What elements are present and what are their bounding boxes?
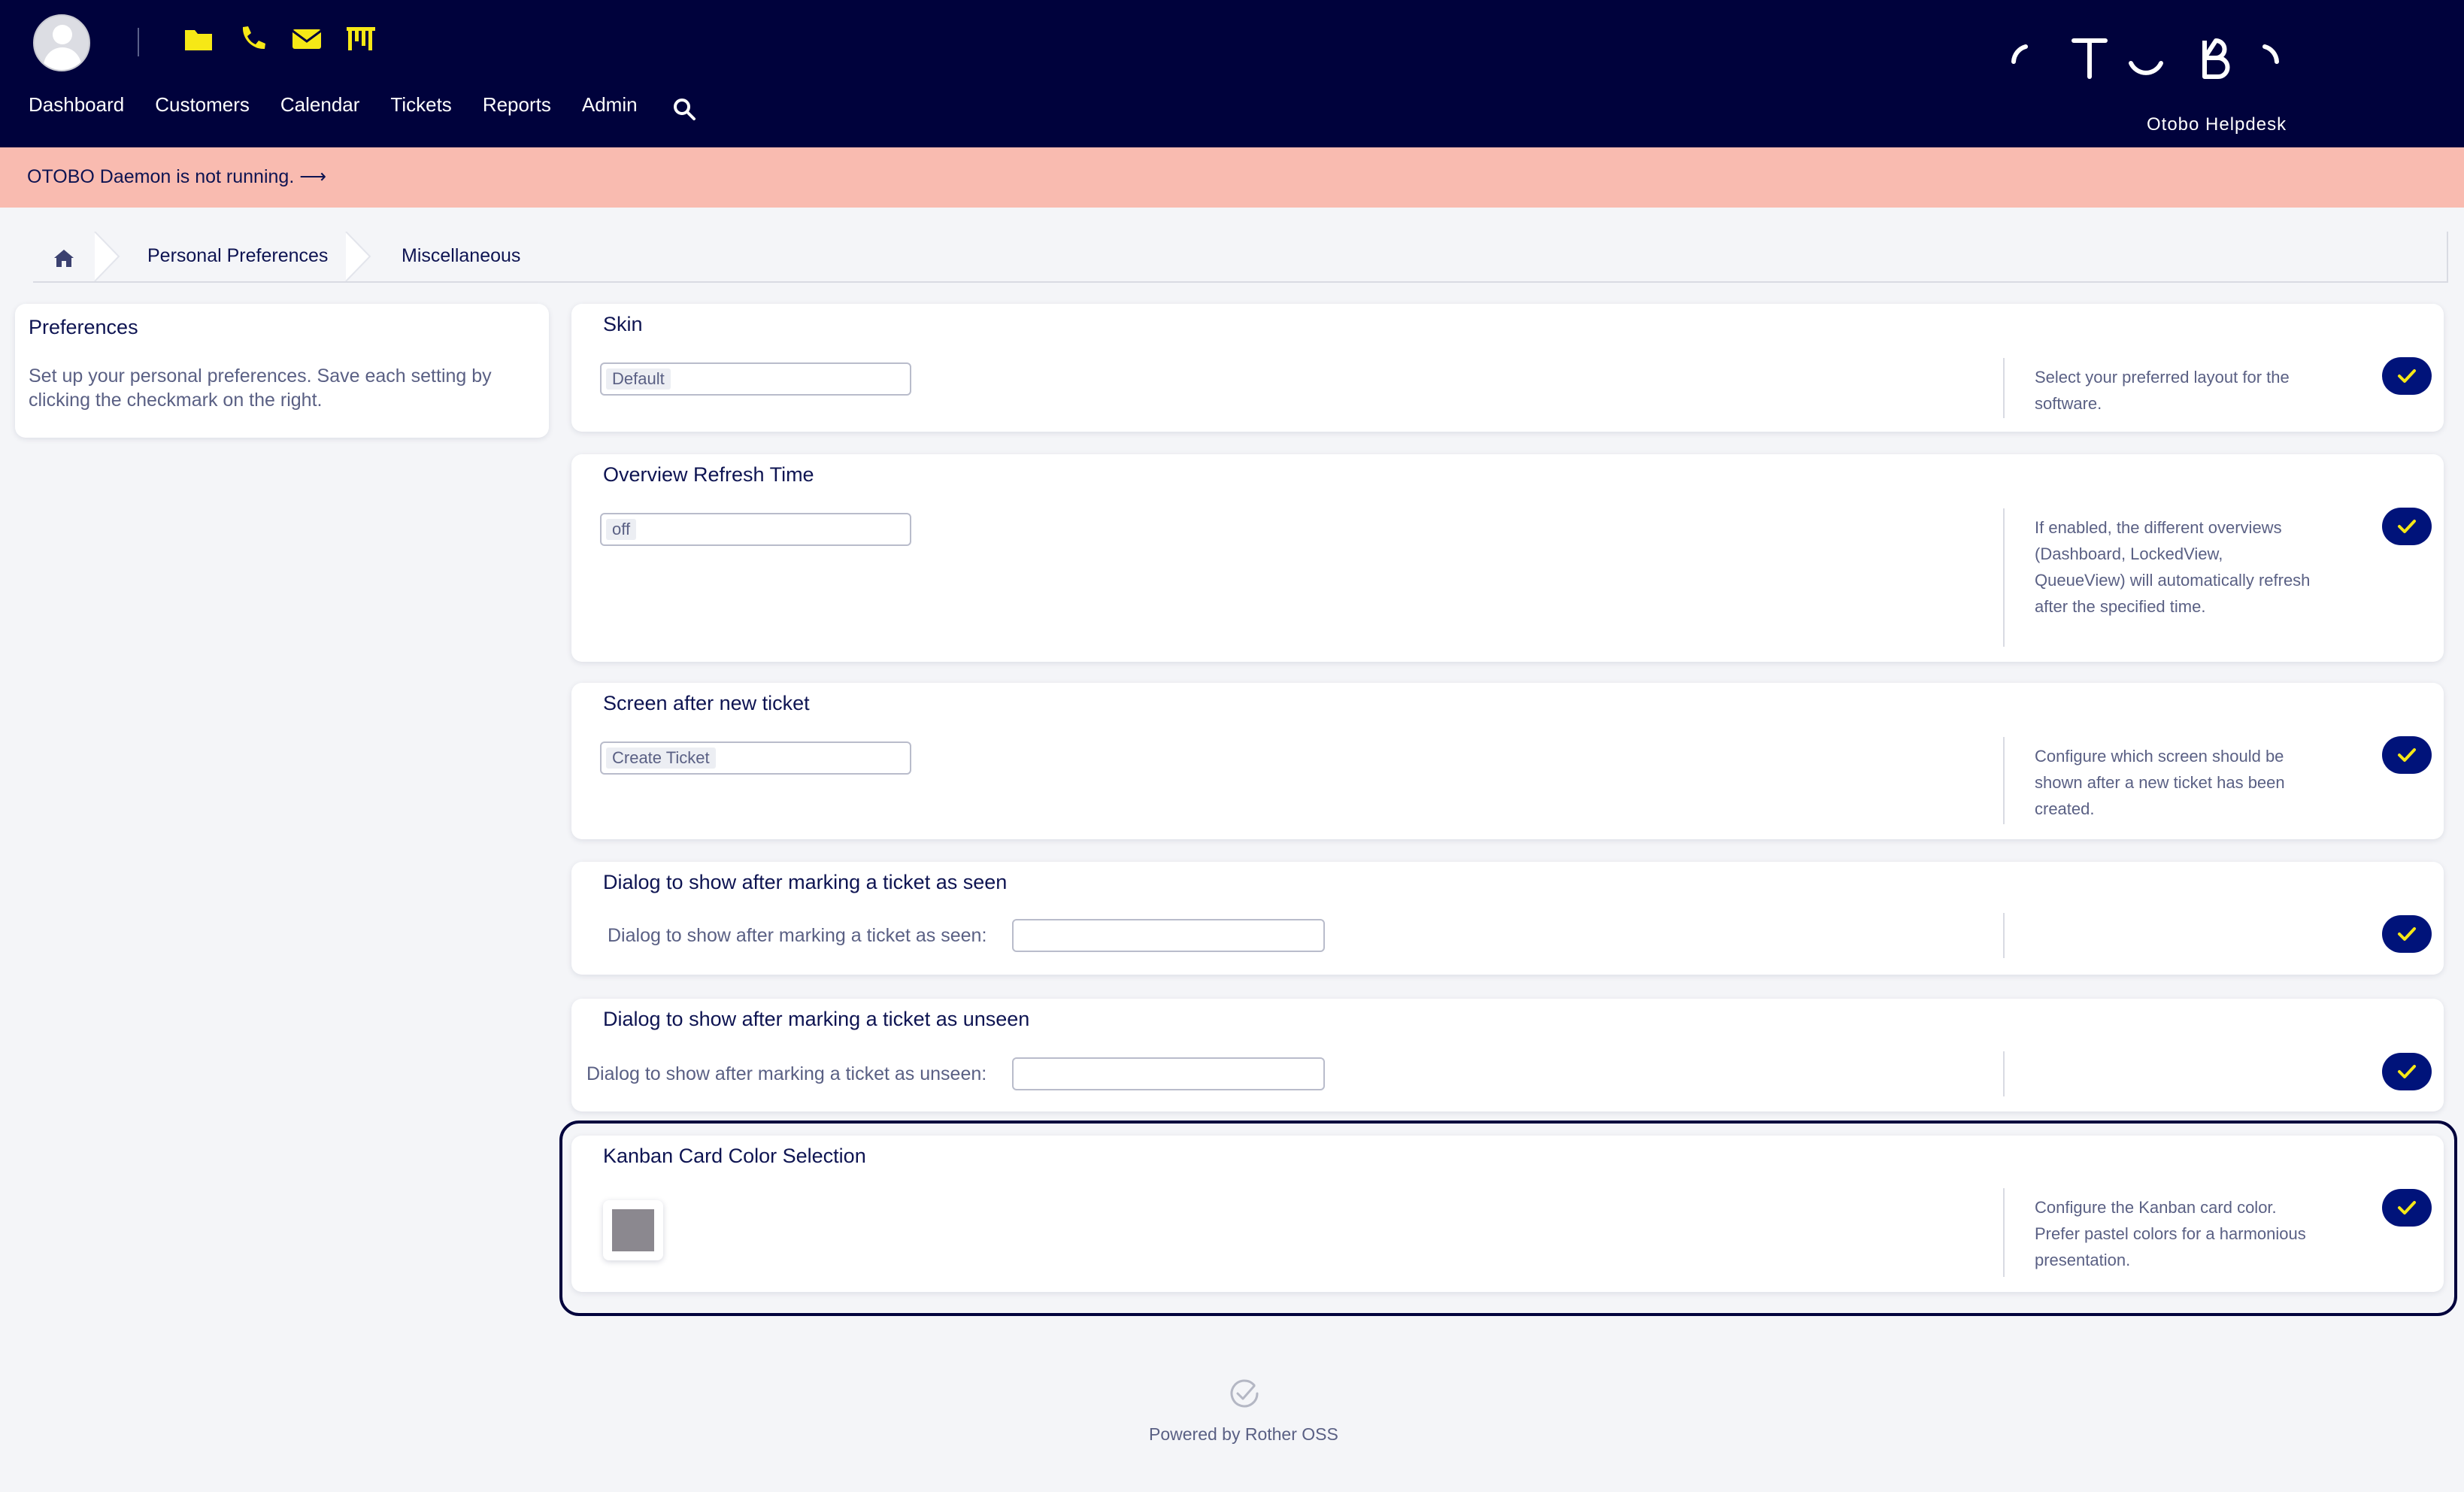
dialog-unseen-input[interactable] — [1012, 1057, 1325, 1090]
nav-customers[interactable]: Customers — [155, 93, 250, 117]
save-dialog-seen-button[interactable] — [2382, 915, 2432, 953]
breadcrumb-separator — [345, 232, 371, 281]
kanban-color-swatch — [612, 1209, 654, 1251]
breadcrumb-personal-preferences[interactable]: Personal Preferences — [147, 245, 328, 267]
breadcrumb-separator — [94, 232, 120, 281]
setting-title: Dialog to show after marking a ticket as… — [603, 1008, 1030, 1030]
setting-description: Configure the Kanban card color. Prefer … — [2035, 1198, 2306, 1269]
setting-card-screen-after-new-ticket: Screen after new ticket Create Ticket Co… — [571, 683, 2444, 839]
footer-powered-by[interactable]: Powered by Rother OSS — [1149, 1424, 1338, 1445]
setting-card-kanban-color: Kanban Card Color Selection Configure th… — [571, 1136, 2444, 1292]
save-kanban-color-button[interactable] — [2382, 1189, 2432, 1227]
screen-after-ticket-select[interactable]: Create Ticket — [600, 741, 911, 775]
nav-calendar[interactable]: Calendar — [280, 93, 360, 117]
setting-title: Screen after new ticket — [603, 692, 810, 714]
breadcrumb-miscellaneous: Miscellaneous — [402, 245, 521, 266]
save-skin-button[interactable] — [2382, 357, 2432, 395]
search-icon[interactable] — [671, 96, 697, 122]
rother-oss-logo-icon — [1230, 1379, 1259, 1408]
setting-description: Select your preferred layout for the sof… — [2035, 368, 2290, 413]
setting-description: Configure which screen should be shown a… — [2035, 747, 2285, 818]
refresh-time-select[interactable]: off — [600, 513, 911, 546]
main-nav: Dashboard Customers Calendar Tickets Rep… — [29, 93, 668, 117]
setting-card-dialog-unseen: Dialog to show after marking a ticket as… — [571, 999, 2444, 1111]
phone-icon[interactable] — [236, 23, 269, 56]
check-icon — [2398, 1201, 2416, 1215]
preferences-title: Preferences — [29, 316, 138, 338]
save-screen-after-ticket-button[interactable] — [2382, 736, 2432, 774]
brand-text: Otobo Helpdesk — [2147, 114, 2287, 135]
skin-selected-value: Default — [606, 368, 671, 390]
home-icon[interactable] — [51, 245, 77, 271]
card-divider — [2003, 1051, 2005, 1096]
setting-title: Overview Refresh Time — [603, 463, 814, 486]
breadcrumb: Personal Preferences Miscellaneous — [33, 232, 2448, 283]
setting-title: Skin — [603, 313, 643, 335]
preferences-info-card: Preferences Set up your personal prefere… — [15, 304, 549, 438]
avatar[interactable] — [33, 14, 90, 71]
dialog-unseen-label: Dialog to show after marking a ticket as… — [586, 1063, 987, 1084]
save-refresh-time-button[interactable] — [2382, 508, 2432, 545]
nav-tickets[interactable]: Tickets — [390, 93, 451, 117]
daemon-warning-banner: OTOBO Daemon is not running. ⟶ — [0, 147, 2464, 208]
card-divider — [2003, 508, 2005, 647]
otobo-logo[interactable] — [2000, 29, 2301, 89]
check-icon — [2398, 748, 2416, 762]
card-divider — [2003, 913, 2005, 958]
top-header: Dashboard Customers Calendar Tickets Rep… — [0, 0, 2464, 147]
check-icon — [2398, 369, 2416, 383]
check-icon — [2398, 927, 2416, 941]
nav-dashboard[interactable]: Dashboard — [29, 93, 124, 117]
skin-select[interactable]: Default — [600, 362, 911, 396]
screen-after-ticket-selected-value: Create Ticket — [606, 748, 716, 769]
avatar-body-shape — [44, 47, 81, 70]
email-icon[interactable] — [290, 23, 323, 56]
header-divider — [138, 28, 139, 56]
preferences-help-text: Set up your personal preferences. Save e… — [29, 365, 492, 411]
banner-link[interactable]: OTOBO Daemon is not running. ⟶ — [27, 165, 326, 188]
card-divider — [2003, 737, 2005, 824]
setting-card-skin: Skin Default Select your preferred layou… — [571, 304, 2444, 432]
card-divider — [2003, 1188, 2005, 1277]
kanban-color-picker[interactable] — [603, 1200, 663, 1260]
avatar-head-shape — [53, 25, 72, 44]
setting-description: If enabled, the different overviews (Das… — [2035, 518, 2311, 616]
folder-icon[interactable] — [182, 23, 215, 56]
dialog-seen-label: Dialog to show after marking a ticket as… — [608, 925, 987, 946]
kanban-icon[interactable] — [344, 23, 377, 56]
setting-card-dialog-seen: Dialog to show after marking a ticket as… — [571, 862, 2444, 975]
check-icon — [2398, 520, 2416, 533]
nav-admin[interactable]: Admin — [582, 93, 638, 117]
setting-title: Kanban Card Color Selection — [603, 1145, 866, 1167]
check-icon — [2398, 1065, 2416, 1078]
save-dialog-unseen-button[interactable] — [2382, 1053, 2432, 1090]
dialog-seen-input[interactable] — [1012, 919, 1325, 952]
card-divider — [2003, 358, 2005, 418]
nav-reports[interactable]: Reports — [483, 93, 551, 117]
setting-card-overview-refresh: Overview Refresh Time off If enabled, th… — [571, 454, 2444, 662]
refresh-time-selected-value: off — [606, 519, 637, 540]
setting-title: Dialog to show after marking a ticket as… — [603, 871, 1008, 893]
